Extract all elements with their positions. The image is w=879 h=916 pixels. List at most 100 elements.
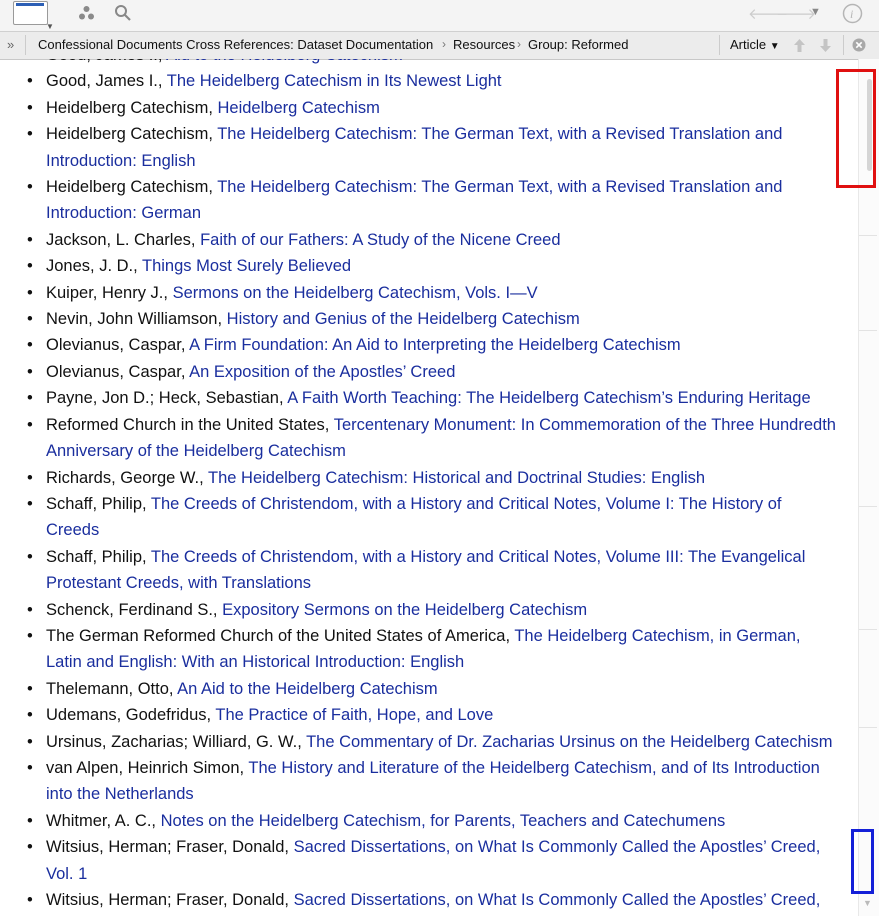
bullet-icon: •: [27, 494, 33, 513]
list-item: • Whitmer, A. C., Notes on the Heidelberg…: [0, 808, 838, 834]
entry-author: Good, James I.,: [46, 72, 167, 91]
list-item: • Kuiper, Henry J., Sermons on the Heidel…: [0, 280, 838, 306]
toolbar: ▼ 🡐 🡒 ▼ i: [0, 0, 879, 31]
bullet-icon: •: [27, 679, 33, 698]
bullet-icon: •: [27, 389, 33, 408]
entry-title-link[interactable]: The Practice of Faith, Hope, and Love: [215, 706, 493, 724]
list-item: • Reformed Church in the United States, T…: [0, 412, 838, 465]
entry-author: Good, James I.,: [46, 59, 166, 64]
entry-title-link[interactable]: History and Genius of the Heidelberg Cat…: [227, 310, 580, 328]
bullet-icon: •: [27, 98, 33, 117]
arrow-down-icon[interactable]: [819, 38, 832, 53]
view-selector-button[interactable]: Article ▼: [730, 37, 780, 52]
article-content: • Good, James I., Aid to the Heidelberg C…: [0, 59, 858, 916]
breadcrumb-separator-icon: ›: [442, 37, 446, 51]
entry-title-link[interactable]: Sermons on the Heidelberg Catechism, Vol…: [173, 284, 538, 302]
entry-author: Thelemann, Otto,: [46, 679, 178, 698]
entry-author: van Alpen, Heinrich Simon,: [46, 758, 249, 777]
list-item: • Schenck, Ferdinand S., Expository Sermo…: [0, 597, 838, 623]
bullet-icon: •: [27, 178, 33, 197]
entry-author: Payne, Jon D.; Heck, Sebastian,: [46, 389, 288, 408]
entry-author: Heidelberg Catechism,: [46, 125, 218, 144]
entry-title-link[interactable]: A Faith Worth Teaching: The Heidelberg C…: [287, 389, 810, 407]
list-item: • Jackson, L. Charles, Faith of our Fathe…: [0, 227, 838, 253]
bullet-icon: •: [27, 600, 33, 619]
entry-author: Heidelberg Catechism,: [46, 178, 218, 197]
entry-title-link[interactable]: The Creeds of Christendom, with a Histor…: [46, 548, 805, 592]
bullet-icon: •: [27, 362, 33, 381]
entry-author: Reformed Church in the United States,: [46, 415, 334, 434]
entry-author: Kuiper, Henry J.,: [46, 283, 173, 302]
list-item: • Nevin, John Williamson, History and Gen…: [0, 306, 838, 332]
bullet-icon: •: [27, 59, 33, 68]
entry-title-link[interactable]: Notes on the Heidelberg Catechism, for P…: [161, 812, 726, 830]
bullet-icon: •: [27, 310, 33, 329]
three-dots-icon[interactable]: [78, 5, 95, 21]
breadcrumb-item-group[interactable]: Group: Reformed: [528, 37, 628, 52]
entry-author: Ursinus, Zacharias; Williard, G. W.,: [46, 732, 307, 751]
list-item: • Richards, George W., The Heidelberg Cat…: [0, 465, 838, 491]
bibliography-list: • Good, James I., Aid to the Heidelberg C…: [0, 59, 838, 916]
entry-title-link[interactable]: Things Most Surely Believed: [142, 257, 351, 275]
entry-author: Schaff, Philip,: [46, 494, 151, 513]
scroll-marker: [859, 506, 877, 507]
chevron-down-icon: ▼: [769, 41, 780, 52]
panel-thumbnail[interactable]: [13, 1, 48, 25]
breadcrumb-item-resources[interactable]: Resources: [453, 37, 515, 52]
entry-title-link[interactable]: Heidelberg Catechism: [218, 99, 380, 117]
entry-title-link[interactable]: Faith of our Fathers: A Study of the Nic…: [200, 231, 560, 249]
entry-author: Olevianus, Caspar,: [46, 362, 190, 381]
entry-title-link[interactable]: An Aid to the Heidelberg Catechism: [177, 680, 437, 698]
chevron-down-icon[interactable]: ▼: [810, 6, 821, 18]
bullet-icon: •: [27, 257, 33, 276]
bullet-icon: •: [27, 283, 33, 302]
bullet-icon: •: [27, 758, 33, 777]
entry-author: Witsius, Herman; Fraser, Donald,: [46, 891, 294, 909]
entry-author: Udemans, Godefridus,: [46, 706, 216, 725]
entry-title-link[interactable]: An Exposition of the Apostles’ Creed: [189, 363, 455, 381]
entry-title-link[interactable]: Aid to the Heidelberg Catechism: [166, 59, 403, 64]
scroll-down-icon[interactable]: ▼: [863, 898, 872, 908]
entry-title-link[interactable]: The Creeds of Christendom, with a Histor…: [46, 495, 781, 539]
search-icon[interactable]: [114, 4, 132, 22]
list-item: • Udemans, Godefridus, The Practice of Fa…: [0, 702, 838, 728]
list-item: • Heidelberg Catechism, The Heidelberg Ca…: [0, 174, 838, 227]
entry-title-link[interactable]: The Heidelberg Catechism: Historical and…: [208, 469, 705, 487]
close-circle-icon[interactable]: [852, 38, 866, 52]
entry-author: Olevianus, Caspar,: [46, 336, 190, 355]
list-item: • Payne, Jon D.; Heck, Sebastian, A Faith…: [0, 385, 838, 411]
info-icon[interactable]: i: [842, 3, 863, 24]
entry-title-link[interactable]: The Heidelberg Catechism in Its Newest L…: [167, 72, 502, 90]
bullet-icon: •: [27, 732, 33, 751]
bullet-icon: •: [27, 125, 33, 144]
breadcrumb-item-dataset[interactable]: Confessional Documents Cross References:…: [38, 37, 433, 52]
bullet-icon: •: [27, 838, 33, 857]
expand-sidebar-button[interactable]: »: [7, 37, 14, 52]
list-item: • Schaff, Philip, The Creeds of Christend…: [0, 544, 838, 597]
scroll-marker: [859, 727, 877, 728]
bullet-icon: •: [27, 547, 33, 566]
bullet-icon: •: [27, 72, 33, 91]
bullet-icon: •: [27, 626, 33, 645]
breadcrumb-separator-icon: ›: [517, 37, 521, 51]
list-item: • Schaff, Philip, The Creeds of Christend…: [0, 491, 838, 544]
list-item: • Thelemann, Otto, An Aid to the Heidelbe…: [0, 676, 838, 702]
list-item: • Witsius, Herman; Fraser, Donald, Sacred…: [0, 887, 838, 916]
entry-title-link[interactable]: A Firm Foundation: An Aid to Interpretin…: [189, 336, 681, 354]
scroll-marker: [859, 330, 877, 331]
bullet-icon: •: [27, 811, 33, 830]
list-item: • Good, James I., The Heidelberg Catechis…: [0, 68, 838, 94]
arrow-up-icon[interactable]: [793, 38, 806, 53]
entry-title-link[interactable]: The Commentary of Dr. Zacharias Ursinus …: [306, 733, 832, 751]
bullet-icon: •: [27, 891, 33, 909]
entry-author: Richards, George W.,: [46, 468, 209, 487]
entry-author: Whitmer, A. C.,: [46, 811, 161, 830]
entry-title-link[interactable]: Expository Sermons on the Heidelberg Cat…: [222, 601, 587, 619]
breadcrumb-bar: » Confessional Documents Cross Reference…: [0, 31, 879, 60]
entry-author: Schenck, Ferdinand S.,: [46, 600, 223, 619]
list-item: • Ursinus, Zacharias; Williard, G. W., Th…: [0, 729, 838, 755]
svg-text:i: i: [850, 7, 853, 21]
entry-author: Heidelberg Catechism,: [46, 98, 218, 117]
thumbnail-menu-chevron-icon[interactable]: ▼: [46, 22, 54, 31]
entry-author: The German Reformed Church of the United…: [46, 626, 515, 645]
